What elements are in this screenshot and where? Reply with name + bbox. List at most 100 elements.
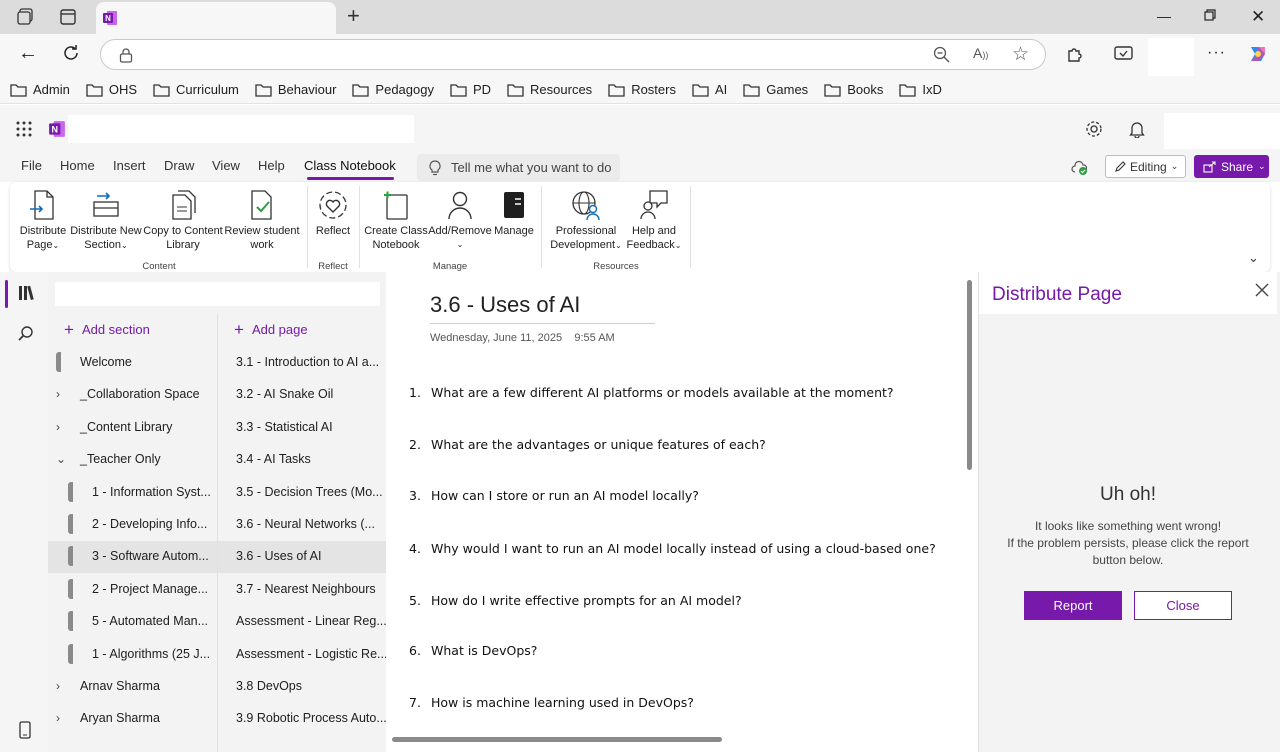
read-aloud-icon[interactable]: A)): [973, 45, 988, 61]
section-expand-chevron-icon[interactable]: ⌄: [56, 452, 80, 466]
copilot-icon[interactable]: [1247, 43, 1269, 65]
extensions-icon[interactable]: [1066, 45, 1084, 63]
section-item[interactable]: 1 - Information Syst...: [48, 476, 217, 508]
share-button[interactable]: Share ⌄: [1194, 155, 1269, 178]
sync-status-icon[interactable]: [1071, 160, 1089, 176]
bookmark-item[interactable]: Pedagogy: [352, 82, 434, 97]
copy-to-content-library-button[interactable]: Copy to Content Library: [143, 188, 223, 252]
section-item[interactable]: 3 - Software Autom...: [48, 540, 217, 572]
page-item[interactable]: 3.5 - Decision Trees (Mo...: [236, 476, 386, 508]
professional-development-button[interactable]: Professional Development⌄: [548, 188, 624, 253]
page-item[interactable]: 3.8 DevOps: [236, 670, 386, 702]
app-launcher-icon[interactable]: [16, 121, 32, 137]
mobile-device-icon[interactable]: [19, 721, 31, 739]
tell-me-search[interactable]: Tell me what you want to do: [417, 154, 620, 181]
page-item[interactable]: 3.3 - Statistical AI: [236, 411, 386, 443]
page-item[interactable]: 3.4 - AI Tasks: [236, 443, 386, 475]
section-item[interactable]: 1 - Algorithms (25 J...: [48, 638, 217, 670]
section-expand-chevron-icon[interactable]: ›: [56, 711, 80, 725]
add-section-button[interactable]: + Add section: [64, 321, 150, 338]
menu-home[interactable]: Home: [60, 158, 95, 173]
review-student-work-button[interactable]: Review student work: [224, 188, 300, 252]
lock-icon[interactable]: [119, 47, 133, 63]
section-item[interactable]: Welcome: [48, 346, 217, 378]
vertical-scrollbar[interactable]: [967, 280, 972, 470]
section-item[interactable]: 5 - Automated Man...: [48, 605, 217, 637]
address-bar[interactable]: A)) ☆: [100, 39, 1046, 70]
notebooks-library-icon[interactable]: [18, 285, 36, 301]
menu-class-notebook[interactable]: Class Notebook: [304, 158, 396, 173]
bookmark-item[interactable]: Behaviour: [255, 82, 336, 97]
question-item[interactable]: 4. Why would I want to run an AI model lo…: [409, 541, 936, 556]
bookmark-item[interactable]: Resources: [507, 82, 592, 97]
page-item[interactable]: Assessment - Linear Reg...: [236, 605, 386, 637]
page-item[interactable]: 3.7 - Nearest Neighbours: [236, 573, 386, 605]
bookmark-item[interactable]: OHS: [86, 82, 137, 97]
help-feedback-button[interactable]: Help and Feedback⌄: [624, 188, 684, 253]
refresh-icon[interactable]: [62, 44, 80, 62]
workspaces-icon[interactable]: [15, 6, 37, 28]
ribbon-collapse-chevron-icon[interactable]: ⌄: [1248, 250, 1259, 266]
notebook-name-box[interactable]: [68, 115, 414, 143]
favorite-star-icon[interactable]: ☆: [1012, 43, 1029, 66]
profile-avatar[interactable]: [1148, 38, 1194, 78]
distribute-page-button[interactable]: Distribute Page⌄: [18, 188, 68, 253]
new-tab-icon[interactable]: +: [347, 5, 360, 27]
nav-search-box[interactable]: [55, 282, 380, 306]
section-item[interactable]: 2 - Developing Info...: [48, 508, 217, 540]
section-expand-chevron-icon[interactable]: ›: [56, 387, 80, 401]
tab-actions-icon[interactable]: [57, 6, 79, 28]
back-icon[interactable]: ←: [18, 42, 38, 65]
report-button[interactable]: Report: [1024, 591, 1122, 620]
question-item[interactable]: 3. How can I store or run an AI model loc…: [409, 488, 699, 503]
question-item[interactable]: 5. How do I write effective prompts for a…: [409, 593, 742, 608]
close-button[interactable]: Close: [1134, 591, 1232, 620]
bookmark-item[interactable]: Curriculum: [153, 82, 239, 97]
menu-help[interactable]: Help: [258, 158, 285, 173]
add-remove-button[interactable]: Add/Remove ⌄: [428, 188, 492, 252]
screenshot-icon[interactable]: [1114, 45, 1133, 63]
page-item[interactable]: Assessment - Logistic Re...: [236, 638, 386, 670]
active-browser-tab[interactable]: N: [96, 2, 336, 34]
question-item[interactable]: 6. What is DevOps?: [409, 643, 537, 658]
section-item[interactable]: › Arnav Sharma: [48, 670, 217, 702]
page-canvas[interactable]: [386, 272, 978, 752]
notification-bell-icon[interactable]: [1129, 120, 1145, 138]
settings-gear-icon[interactable]: [1085, 120, 1103, 138]
more-options-icon[interactable]: ···: [1207, 44, 1226, 62]
section-expand-chevron-icon[interactable]: ›: [56, 420, 80, 434]
manage-button[interactable]: Manage: [492, 188, 536, 238]
menu-view[interactable]: View: [212, 158, 240, 173]
close-window-icon[interactable]: ✕: [1251, 7, 1265, 27]
distribute-section-button[interactable]: Distribute New Section⌄: [70, 188, 142, 253]
section-item[interactable]: › Aryan Sharma: [48, 702, 217, 734]
question-item[interactable]: 2. What are the advantages or unique feat…: [409, 437, 766, 452]
minimize-icon[interactable]: —: [1157, 8, 1171, 24]
menu-insert[interactable]: Insert: [113, 158, 146, 173]
section-item[interactable]: › _Content Library: [48, 411, 217, 443]
create-class-notebook-button[interactable]: Create Class Notebook: [364, 188, 428, 252]
editing-dropdown[interactable]: Editing ⌄: [1105, 155, 1186, 178]
search-icon[interactable]: [18, 325, 34, 341]
add-page-button[interactable]: + Add page: [234, 321, 308, 338]
bookmark-item[interactable]: Admin: [10, 82, 70, 97]
bookmark-item[interactable]: PD: [450, 82, 491, 97]
reflect-button[interactable]: Reflect: [310, 188, 356, 238]
page-item[interactable]: 3.9 Robotic Process Auto...: [236, 702, 386, 734]
section-item[interactable]: 2 - Project Manage...: [48, 573, 217, 605]
question-item[interactable]: 7. How is machine learning used in DevOps…: [409, 695, 694, 710]
page-title[interactable]: 3.6 - Uses of AI: [430, 292, 580, 318]
bookmark-item[interactable]: Rosters: [608, 82, 676, 97]
bookmark-item[interactable]: Books: [824, 82, 883, 97]
bookmark-item[interactable]: Games: [743, 82, 808, 97]
horizontal-scrollbar[interactable]: [392, 737, 722, 742]
menu-file[interactable]: File: [21, 158, 42, 173]
question-item[interactable]: 1. What are a few different AI platforms …: [409, 385, 894, 400]
section-item[interactable]: ⌄ _Teacher Only: [48, 443, 217, 475]
account-area[interactable]: [1164, 113, 1280, 149]
bookmark-item[interactable]: AI: [692, 82, 727, 97]
page-item[interactable]: 3.6 - Neural Networks (...: [236, 508, 386, 540]
section-item[interactable]: › _Collaboration Space: [48, 378, 217, 410]
close-pane-icon[interactable]: [1254, 282, 1270, 298]
page-item[interactable]: 3.2 - AI Snake Oil: [236, 378, 386, 410]
